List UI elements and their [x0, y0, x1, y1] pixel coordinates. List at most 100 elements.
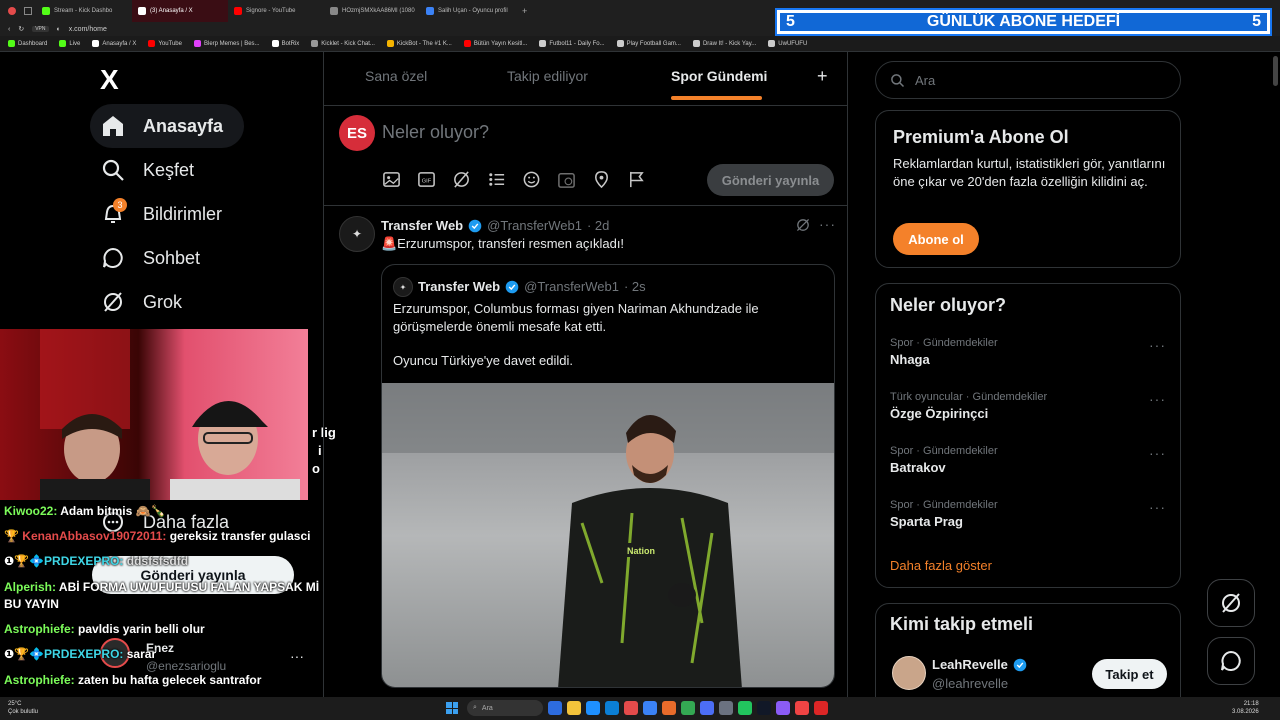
weather-widget[interactable]: 25°C Çok bulutlu: [8, 700, 38, 716]
taskbar-search[interactable]: ⌕ Ara: [467, 700, 543, 716]
taskbar-app-icon[interactable]: [814, 701, 828, 715]
taskbar-app-icon[interactable]: [624, 701, 638, 715]
bookmark-item[interactable]: Kicklet - Kick Chat...: [311, 40, 375, 47]
browser-tab-active[interactable]: (3) Anasayfa / X: [132, 0, 228, 22]
new-tab-button[interactable]: +: [516, 6, 527, 16]
scrollbar-thumb[interactable]: [1273, 56, 1278, 86]
bookmark-item[interactable]: Futbol11 - Daily Fo...: [539, 40, 605, 47]
grok-compose-icon[interactable]: [452, 170, 471, 189]
bookmark-item[interactable]: Blerp Memes | Bes...: [193, 40, 260, 47]
tweet-time[interactable]: · 2d: [587, 218, 609, 233]
url-field[interactable]: x.com/home: [69, 26, 107, 33]
quoted-tweet[interactable]: ✦ Transfer Web @TransferWeb1 · 2s Erzuru…: [381, 264, 835, 688]
trend-more-icon[interactable]: ···: [1149, 445, 1166, 461]
account-menu-icon[interactable]: ···: [290, 648, 304, 664]
nav-item-chat[interactable]: Sohbet: [101, 246, 200, 270]
tab-sport[interactable]: Spor Gündemi: [671, 68, 767, 84]
back-icon[interactable]: ‹: [8, 26, 10, 33]
trend-more-icon[interactable]: ···: [1149, 499, 1166, 515]
browser-tab[interactable]: Signore - YouTube: [228, 0, 324, 22]
tweet-handle[interactable]: @TransferWeb1: [487, 218, 582, 233]
taskbar-app-icon[interactable]: [776, 701, 790, 715]
bookmark-item[interactable]: YouTube: [148, 40, 182, 47]
composer-post-button[interactable]: Gönderi yayınla: [707, 164, 834, 196]
follow-button[interactable]: Takip et: [1092, 659, 1167, 689]
tab-following[interactable]: Takip ediliyor: [507, 68, 588, 84]
search-box[interactable]: Ara: [875, 61, 1181, 99]
browser-tab[interactable]: HOzmjSMXkAA86MI (1080: [324, 0, 420, 22]
bookmark-item[interactable]: BotRix: [271, 40, 300, 47]
composer-avatar[interactable]: ES: [339, 115, 375, 151]
bookmark-label: Anasayfa / X: [102, 40, 137, 47]
trend-item[interactable]: Spor · Gündemdekiler Batrakov ···: [890, 445, 1180, 475]
messages-floating-button[interactable]: [1207, 637, 1255, 685]
gif-icon[interactable]: GIF: [417, 170, 436, 189]
taskbar-app-icon[interactable]: [795, 701, 809, 715]
trend-item[interactable]: Spor · Gündemdekiler Nhaga ···: [890, 337, 1180, 367]
image-icon[interactable]: [382, 170, 401, 189]
subscribe-button[interactable]: Abone ol: [893, 223, 979, 255]
bookmark-item[interactable]: Dashboard: [8, 40, 47, 47]
bookmark-item[interactable]: Anasayfa / X: [92, 40, 136, 47]
clock[interactable]: 21:18 3.08.2026: [1232, 700, 1259, 716]
taskbar-app-icon[interactable]: [567, 701, 581, 715]
bookmark-item[interactable]: Draw It! - Kick Yay...: [692, 40, 756, 47]
taskbar-app-icon[interactable]: [681, 701, 695, 715]
bookmark-label: BotRix: [281, 40, 300, 47]
taskbar-app-icon[interactable]: [548, 701, 562, 715]
nav-item-grok[interactable]: Grok: [101, 290, 182, 314]
taskbar-app-icon[interactable]: [700, 701, 714, 715]
schedule-icon[interactable]: [557, 170, 576, 189]
browser-logo-icon[interactable]: [8, 7, 16, 15]
scrollbar[interactable]: [1271, 52, 1280, 697]
reload-icon[interactable]: ↻: [18, 25, 24, 33]
quote-media-image[interactable]: Nation: [382, 383, 834, 687]
show-more-link[interactable]: Daha fazla göster: [890, 558, 992, 573]
taskbar-app-icon[interactable]: [662, 701, 676, 715]
x-logo-icon[interactable]: X: [100, 64, 119, 96]
tweet-author[interactable]: Transfer Web: [381, 218, 463, 233]
follow-avatar[interactable]: [892, 656, 926, 690]
taskbar-app-icon[interactable]: [605, 701, 619, 715]
site-info-icon[interactable]: ◐: [57, 26, 61, 33]
trend-more-icon[interactable]: ···: [1149, 337, 1166, 353]
taskbar-app-icon[interactable]: [586, 701, 600, 715]
emoji-icon[interactable]: [522, 170, 541, 189]
location-icon[interactable]: [592, 170, 611, 189]
bookmark-item[interactable]: KickBot - The #1 K...: [386, 40, 452, 47]
chat-icon: [1221, 650, 1241, 671]
bookmark-item[interactable]: Live: [59, 40, 80, 47]
tab-label: Salih Uçan - Oyuncu profil: [438, 8, 508, 14]
bookmark-item[interactable]: UwUFUFU: [768, 40, 807, 47]
flag-icon[interactable]: [627, 170, 646, 189]
add-tab-button[interactable]: +: [817, 66, 828, 87]
trend-item[interactable]: Türk oyuncular · Gündemdekiler Özge Özpi…: [890, 391, 1180, 421]
browser-tab[interactable]: Salih Uçan - Oyuncu profil: [420, 0, 516, 22]
tweet-more-icon[interactable]: ···: [819, 216, 836, 232]
tweet-avatar[interactable]: ✦: [339, 216, 375, 252]
taskbar-app-icon[interactable]: [719, 701, 733, 715]
bookmark-label: Kicklet - Kick Chat...: [321, 40, 375, 47]
composer-input[interactable]: Neler oluyor?: [382, 122, 489, 143]
grok-floating-button[interactable]: [1207, 579, 1255, 627]
bookmark-item[interactable]: Bütün Yayın Kesitl...: [463, 40, 527, 47]
tab-overview-icon[interactable]: [24, 7, 32, 15]
trend-more-icon[interactable]: ···: [1149, 391, 1166, 407]
divider: [324, 105, 847, 106]
taskbar-app-icon[interactable]: [643, 701, 657, 715]
taskbar-app-icon[interactable]: [757, 701, 771, 715]
windows-start-icon[interactable]: [446, 702, 458, 714]
bookmark-item[interactable]: Play Football Gam...: [616, 40, 681, 47]
tab-for-you[interactable]: Sana özel: [365, 68, 427, 84]
trend-item[interactable]: Spor · Gündemdekiler Sparta Prag ···: [890, 499, 1180, 529]
nav-item-home[interactable]: Anasayfa: [101, 114, 223, 138]
follow-user[interactable]: LeahRevelle: [932, 657, 1027, 672]
grok-explain-icon[interactable]: [795, 217, 811, 233]
vpn-badge[interactable]: VPN: [32, 26, 49, 32]
nav-label: Grok: [143, 291, 183, 312]
browser-tab[interactable]: Stream - Kick Dashbo: [36, 0, 132, 22]
nav-item-explore[interactable]: Keşfet: [101, 158, 194, 182]
weather-text: Çok bulutlu: [8, 709, 39, 715]
poll-icon[interactable]: [487, 170, 506, 189]
taskbar-app-icon[interactable]: [738, 701, 752, 715]
